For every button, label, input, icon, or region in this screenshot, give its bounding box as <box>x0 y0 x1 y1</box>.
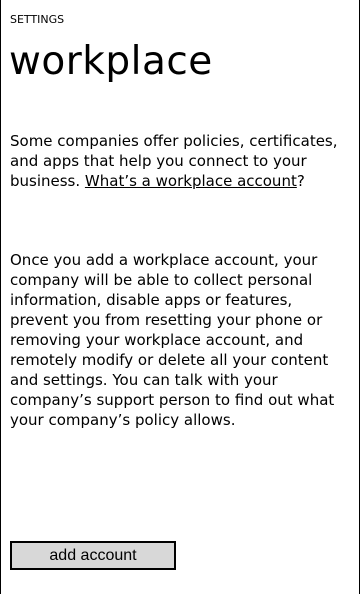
intro-paragraph: Some companies offer policies, certifica… <box>10 131 350 191</box>
add-account-button[interactable]: add account <box>10 541 176 570</box>
section-label: SETTINGS <box>10 13 65 26</box>
settings-page: SETTINGS workplace Some companies offer … <box>0 0 360 594</box>
workplace-account-info-link[interactable]: What’s a workplace account <box>85 172 297 190</box>
page-title: workplace <box>9 39 213 84</box>
warning-paragraph: Once you add a workplace account, your c… <box>10 251 335 429</box>
intro-text-end: ? <box>296 172 305 190</box>
